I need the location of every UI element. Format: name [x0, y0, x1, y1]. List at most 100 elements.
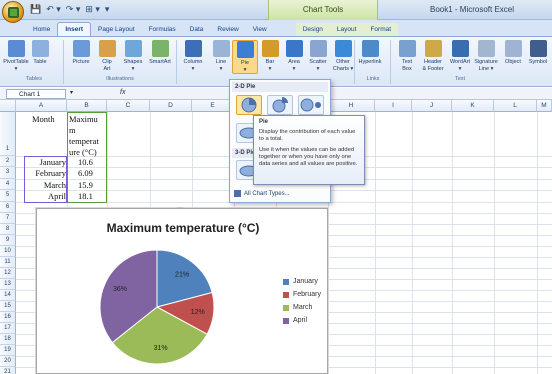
- row-header[interactable]: 2: [0, 156, 16, 167]
- cell-a1-month[interactable]: Month: [32, 114, 55, 125]
- ribbon-button-wordart[interactable]: WordArt ▾: [447, 40, 473, 73]
- ribbon-button-sublabel: ▾: [14, 66, 18, 72]
- ribbon-button-sublabel: ▾: [268, 66, 272, 72]
- ribbon-button-object[interactable]: Object: [500, 40, 526, 66]
- pie-2d-thumb[interactable]: [236, 95, 262, 115]
- ribbon-button-line[interactable]: Line ▾: [208, 40, 234, 73]
- chart-legend[interactable]: January February March April: [283, 275, 321, 327]
- tab-data[interactable]: Data: [183, 23, 211, 36]
- legend-entry[interactable]: February: [283, 288, 321, 301]
- column-header[interactable]: K: [452, 100, 494, 112]
- tooltip-description: Display the contribution of each value t…: [259, 129, 356, 142]
- row-header[interactable]: 21: [0, 367, 16, 374]
- pie-chart[interactable]: ··· Maximum temperature (°C) 21% 12% 31% 36…: [36, 205, 328, 374]
- ribbon-button-signature[interactable]: Signature Line ▾: [473, 40, 499, 73]
- table-icon: [31, 40, 49, 57]
- column-header[interactable]: I: [375, 100, 412, 112]
- tab-review[interactable]: Review: [210, 23, 245, 36]
- row-header[interactable]: 4: [0, 179, 16, 190]
- legend-entry[interactable]: January: [283, 275, 321, 288]
- office-button[interactable]: [2, 1, 24, 23]
- ribbon-button-picture[interactable]: Picture: [68, 40, 94, 66]
- ribbon-button-text[interactable]: Text Box: [394, 40, 420, 73]
- column-header[interactable]: A: [16, 100, 67, 112]
- wordart-icon: [451, 40, 469, 57]
- tab-view[interactable]: View: [246, 23, 274, 36]
- ribbon-button-shapes[interactable]: Shapes ▾: [120, 40, 146, 73]
- row-header[interactable]: 5: [0, 190, 16, 202]
- column-header[interactable]: J: [412, 100, 452, 112]
- pie-tooltip: Pie Display the contribution of each val…: [253, 115, 365, 185]
- redo-icon[interactable]: ↷ ▾: [66, 4, 81, 15]
- row-header[interactable]: 10: [0, 246, 16, 257]
- ribbon-button-header[interactable]: Header & Footer: [420, 40, 446, 73]
- name-box-dropdown-icon[interactable]: ▾: [70, 89, 73, 96]
- column-icon: [184, 40, 202, 57]
- chart-tools-context-label: Chart Tools: [268, 0, 378, 20]
- pie-of-pie-thumb[interactable]: [298, 95, 324, 115]
- save-icon[interactable]: 💾: [30, 4, 41, 15]
- column-header[interactable]: C: [107, 100, 150, 112]
- function-icon[interactable]: fx: [120, 89, 125, 96]
- ribbon-button-bar[interactable]: Bar ▾: [257, 40, 283, 73]
- ribbon-button-label: PivotTable: [3, 59, 29, 65]
- ribbon-button-label: Bar: [265, 59, 275, 65]
- all-chart-types-link[interactable]: All Chart Types...: [234, 190, 290, 197]
- row-header[interactable]: 7: [0, 213, 16, 224]
- column-header[interactable]: E: [192, 100, 234, 112]
- row-header[interactable]: 12: [0, 268, 16, 279]
- pie-thumb-icon: [241, 97, 257, 113]
- exploded-pie-thumb[interactable]: [267, 95, 293, 115]
- ribbon-button-hyperlink[interactable]: Hyperlink: [357, 40, 383, 66]
- tab-formulas[interactable]: Formulas: [142, 23, 183, 36]
- row-header[interactable]: 1: [0, 112, 16, 156]
- ribbon-button-column[interactable]: Column ▾: [180, 40, 206, 73]
- ribbon-button-pie[interactable]: Pie ▾: [232, 40, 258, 74]
- row-header[interactable]: 18: [0, 334, 16, 345]
- tab-home[interactable]: Home: [26, 23, 57, 36]
- row-header[interactable]: 6: [0, 202, 16, 213]
- column-header[interactable]: M: [537, 100, 552, 112]
- row-header[interactable]: 16: [0, 312, 16, 323]
- qat-extra-icon[interactable]: ⊞ ▾: [85, 4, 100, 15]
- ribbon-button-table[interactable]: Table: [27, 40, 53, 66]
- row-header[interactable]: 15: [0, 301, 16, 312]
- ribbon-button-other[interactable]: Other Charts ▾: [330, 40, 356, 73]
- tab-page-layout[interactable]: Page Layout: [91, 23, 142, 36]
- ribbon-button-pivottable[interactable]: PivotTable ▾: [3, 40, 29, 73]
- row-header[interactable]: 19: [0, 345, 16, 356]
- name-box[interactable]: Chart 1: [6, 89, 66, 99]
- legend-label: April: [293, 317, 308, 324]
- tooltip-title: Pie: [259, 119, 269, 125]
- undo-icon[interactable]: ↶ ▾: [46, 4, 61, 15]
- column-header[interactable]: B: [67, 100, 107, 112]
- ribbon-button-scatter[interactable]: Scatter ▾: [305, 40, 331, 73]
- row-header[interactable]: 11: [0, 257, 16, 268]
- legend-entry[interactable]: March: [283, 301, 321, 314]
- select-all-corner[interactable]: [0, 100, 16, 112]
- legend-entry[interactable]: April: [283, 314, 321, 327]
- row-header[interactable]: 17: [0, 323, 16, 334]
- row-header[interactable]: 13: [0, 279, 16, 290]
- ribbon-button-clip[interactable]: Clip Art: [94, 40, 120, 73]
- row-header[interactable]: 9: [0, 235, 16, 246]
- group-text-label: Text: [454, 76, 466, 82]
- row-header[interactable]: 3: [0, 167, 16, 179]
- column-header[interactable]: H: [328, 100, 375, 112]
- group-separator: [390, 40, 391, 84]
- qat-customize-icon[interactable]: ▾: [105, 4, 110, 15]
- quick-access-toolbar: 💾 ↶ ▾ ↷ ▾ ⊞ ▾ ▾: [30, 4, 109, 15]
- column-header[interactable]: D: [150, 100, 192, 112]
- row-header[interactable]: 8: [0, 224, 16, 235]
- ribbon-button-symbol[interactable]: Symbol: [525, 40, 551, 66]
- tab-format[interactable]: Format: [363, 23, 399, 36]
- ribbon-button-label: Header: [423, 59, 443, 65]
- tab-insert[interactable]: Insert: [57, 22, 92, 36]
- row-header[interactable]: 14: [0, 290, 16, 301]
- tab-layout[interactable]: Layout: [329, 23, 364, 36]
- ribbon-button-area[interactable]: Area ▾: [281, 40, 307, 73]
- column-header[interactable]: L: [494, 100, 537, 112]
- row-header[interactable]: 20: [0, 356, 16, 367]
- tab-design[interactable]: Design: [295, 23, 330, 36]
- ribbon-button-smartart[interactable]: SmartArt: [147, 40, 173, 66]
